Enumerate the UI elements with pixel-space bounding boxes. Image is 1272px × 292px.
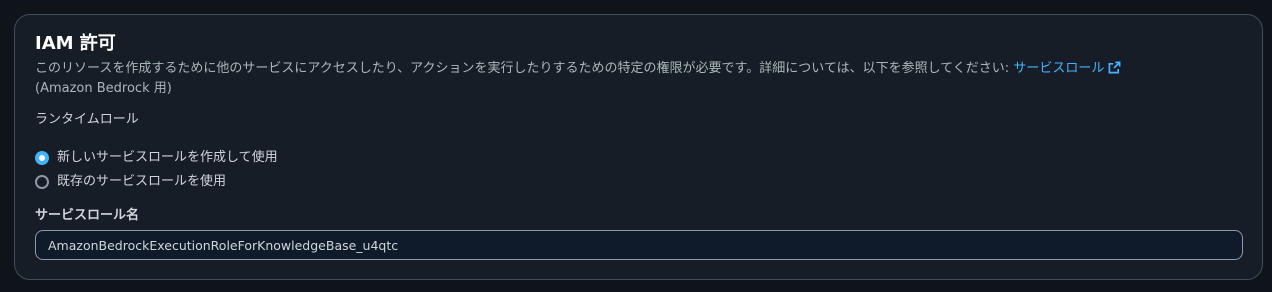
service-role-name-label: サービスロール名 <box>35 208 140 223</box>
iam-permissions-panel: IAM 許可 このリソースを作成するために他のサービスにアクセスしたり、アクショ… <box>14 14 1263 280</box>
description-text: このリソースを作成するために他のサービスにアクセスしたり、アクションを実行したり… <box>35 61 1014 76</box>
external-link-icon <box>1108 61 1121 74</box>
service-role-name-input[interactable] <box>35 230 1243 260</box>
runtime-role-label: ランタイムロール <box>35 112 139 127</box>
radio-option-label: 新しいサービスロールを作成して使用 <box>57 150 278 165</box>
radio-option-use-existing-role[interactable]: 既存のサービスロールを使用 <box>35 170 278 194</box>
section-title: IAM 許可 <box>35 33 116 54</box>
service-role-link[interactable]: サービスロール <box>1013 61 1121 76</box>
description-suffix: (Amazon Bedrock 用) <box>35 81 172 96</box>
runtime-role-radio-group: 新しいサービスロールを作成して使用 既存のサービスロールを使用 <box>35 146 278 194</box>
radio-button-checked[interactable] <box>35 151 49 165</box>
radio-button-unchecked[interactable] <box>35 175 49 189</box>
radio-option-label: 既存のサービスロールを使用 <box>57 174 227 189</box>
service-role-link-label: サービスロール <box>1013 61 1105 76</box>
radio-option-create-new-role[interactable]: 新しいサービスロールを作成して使用 <box>35 146 278 170</box>
section-description: このリソースを作成するために他のサービスにアクセスしたり、アクションを実行したり… <box>35 59 1245 99</box>
